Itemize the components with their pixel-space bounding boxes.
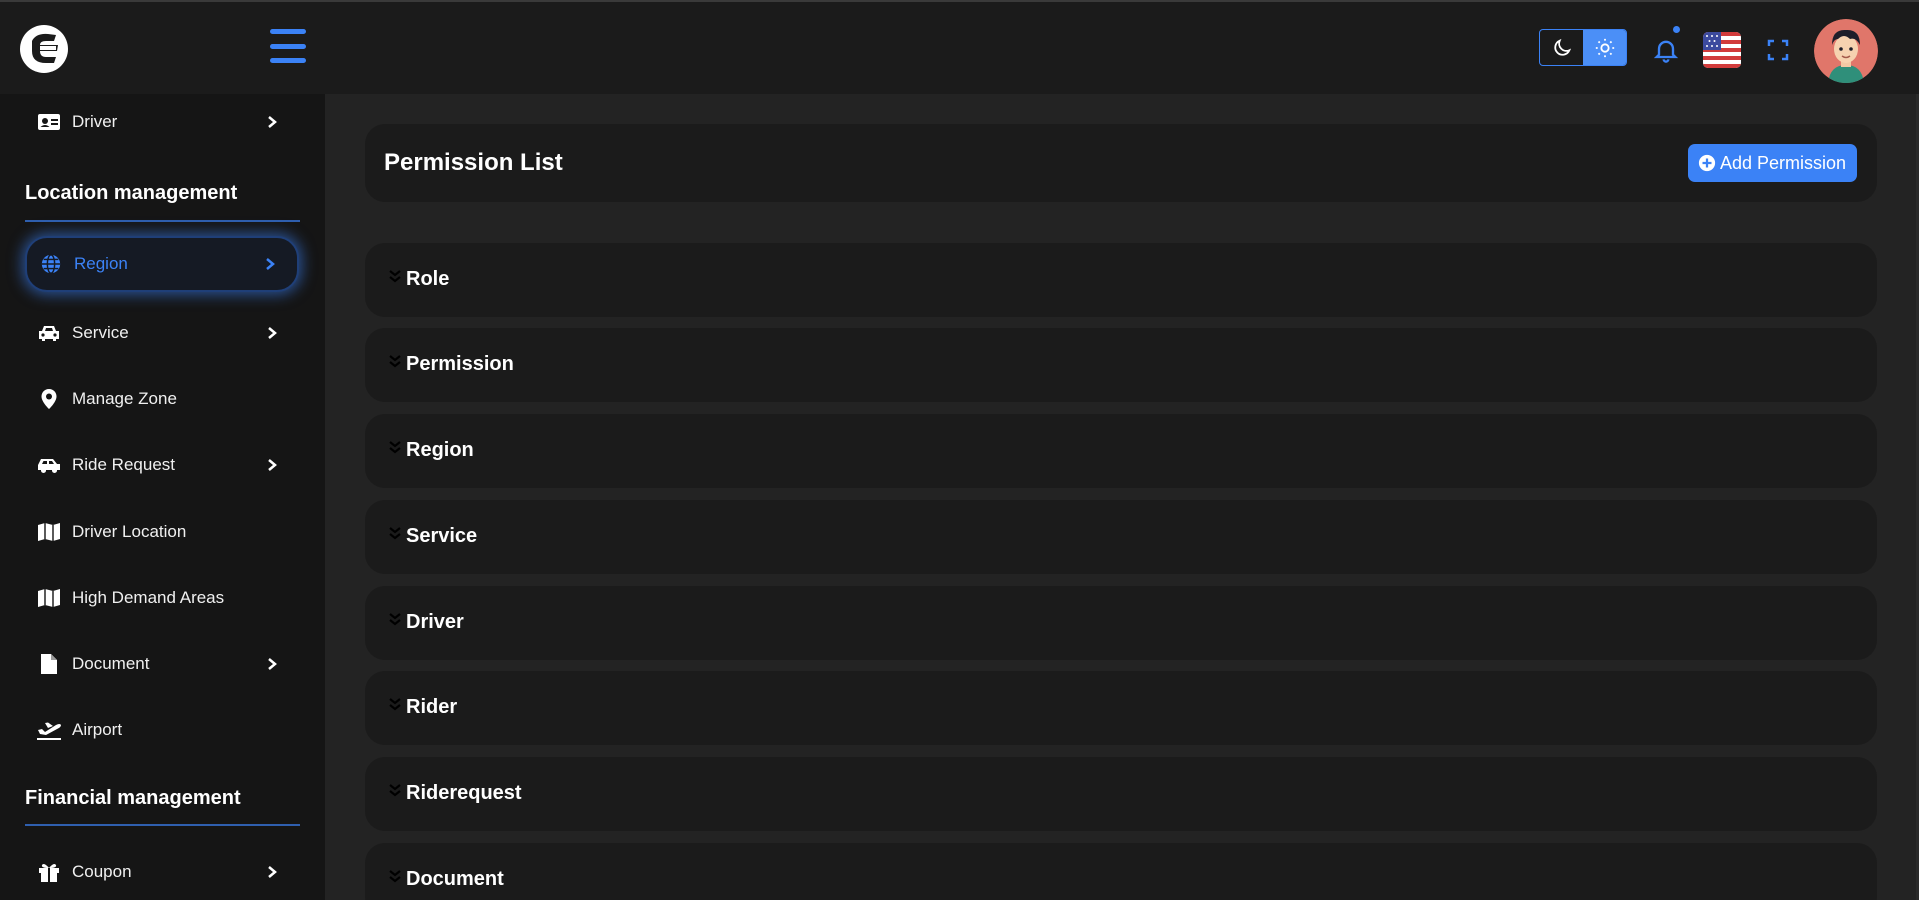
sidebar-item-manage-zone[interactable]: Manage Zone xyxy=(25,371,299,427)
sun-icon[interactable] xyxy=(1583,30,1626,65)
accordion-title: Driver xyxy=(406,611,464,633)
sidebar-item-label: Driver xyxy=(72,112,118,131)
expand-icon xyxy=(1767,39,1789,61)
section-divider xyxy=(25,824,300,826)
double-chevron-down-icon xyxy=(389,527,401,540)
double-chevron-down-icon xyxy=(389,870,401,883)
chevron-right-icon xyxy=(268,866,277,878)
add-permission-button[interactable]: Add Permission xyxy=(1687,144,1857,182)
theme-toggle[interactable] xyxy=(1539,29,1627,66)
fullscreen-button[interactable] xyxy=(1766,38,1790,62)
accordion-title: Role xyxy=(406,268,450,290)
sidebar-item-label: Manage Zone xyxy=(72,389,177,408)
chevron-right-icon xyxy=(268,116,277,128)
sidebar-item-region[interactable]: Region xyxy=(25,236,299,292)
plus-circle-icon xyxy=(1698,154,1716,172)
sidebar-item-driver[interactable]: Driver xyxy=(25,94,299,150)
double-chevron-down-icon xyxy=(389,441,401,454)
sidebar-item-label: High Demand Areas xyxy=(72,588,225,607)
section-title-financial: Financial management xyxy=(25,787,241,809)
file-icon xyxy=(36,651,62,677)
top-bar xyxy=(0,2,1919,94)
sidebar-item-coupon[interactable]: Coupon xyxy=(25,844,299,900)
accordion-title: Document xyxy=(406,868,504,890)
page-header: Permission List Add Permission xyxy=(365,124,1877,202)
accordion-driver[interactable]: Driver xyxy=(365,586,1877,660)
accordion-title: Permission xyxy=(406,353,514,375)
page-title: Permission List xyxy=(384,149,563,176)
double-chevron-down-icon xyxy=(389,784,401,797)
sidebar: Driver Location management Region Servic… xyxy=(0,94,325,900)
double-chevron-down-icon xyxy=(389,698,401,711)
accordion-title: Rider xyxy=(406,696,458,718)
sidebar-item-label: Coupon xyxy=(72,862,132,881)
sidebar-item-label: Service xyxy=(72,323,129,342)
accordion-region[interactable]: Region xyxy=(365,414,1877,488)
add-permission-label: Add Permission xyxy=(1719,152,1846,173)
accordion-title: Region xyxy=(406,439,474,461)
accordion-document[interactable]: Document xyxy=(365,843,1877,900)
plane-departure-icon xyxy=(36,717,62,743)
notification-button[interactable] xyxy=(1652,26,1680,64)
accordion-role[interactable]: Role xyxy=(365,243,1877,317)
accordion-title: Riderequest xyxy=(406,782,522,804)
accordion-riderequest[interactable]: Riderequest xyxy=(365,757,1877,831)
bell-icon xyxy=(1653,40,1679,63)
map-icon xyxy=(36,585,62,611)
globe-icon xyxy=(38,251,64,277)
menu-toggle-button[interactable] xyxy=(270,29,306,63)
double-chevron-down-icon xyxy=(389,270,401,283)
sidebar-item-label: Document xyxy=(72,654,150,673)
sidebar-item-document[interactable]: Document xyxy=(25,636,299,692)
sidebar-item-label: Ride Request xyxy=(72,455,176,474)
accordion-permission[interactable]: Permission xyxy=(365,328,1877,402)
sidebar-item-ride-request[interactable]: Ride Request xyxy=(25,437,299,493)
language-flag-button[interactable] xyxy=(1703,32,1741,68)
car-side-icon xyxy=(36,452,62,478)
sidebar-item-driver-location[interactable]: Driver Location xyxy=(25,504,299,560)
sidebar-item-label: Driver Location xyxy=(72,522,187,541)
sidebar-item-label: Airport xyxy=(72,720,123,739)
sidebar-item-high-demand-areas[interactable]: High Demand Areas xyxy=(25,570,299,626)
notification-dot xyxy=(1673,26,1680,33)
gift-icon xyxy=(36,859,62,885)
chevron-right-icon xyxy=(268,459,277,471)
accordion-service[interactable]: Service xyxy=(365,500,1877,574)
double-chevron-down-icon xyxy=(389,613,401,626)
app-logo[interactable] xyxy=(18,23,70,75)
chevron-right-icon xyxy=(266,258,275,270)
map-pin-icon xyxy=(36,386,62,412)
sidebar-item-service[interactable]: Service xyxy=(25,305,299,361)
accordion-rider[interactable]: Rider xyxy=(365,671,1877,745)
sidebar-item-label: Region xyxy=(74,254,128,273)
id-card-icon xyxy=(36,109,62,135)
car-icon xyxy=(36,320,62,346)
section-divider xyxy=(25,220,300,222)
double-chevron-down-icon xyxy=(389,355,401,368)
us-flag-icon xyxy=(1703,32,1741,68)
sidebar-item-airport[interactable]: Airport xyxy=(25,702,299,758)
user-avatar[interactable] xyxy=(1814,19,1878,83)
map-icon xyxy=(36,519,62,545)
chevron-right-icon xyxy=(268,658,277,670)
moon-icon[interactable] xyxy=(1540,30,1583,65)
section-title-location: Location management xyxy=(25,182,238,204)
accordion-title: Service xyxy=(406,525,478,547)
chevron-right-icon xyxy=(268,327,277,339)
